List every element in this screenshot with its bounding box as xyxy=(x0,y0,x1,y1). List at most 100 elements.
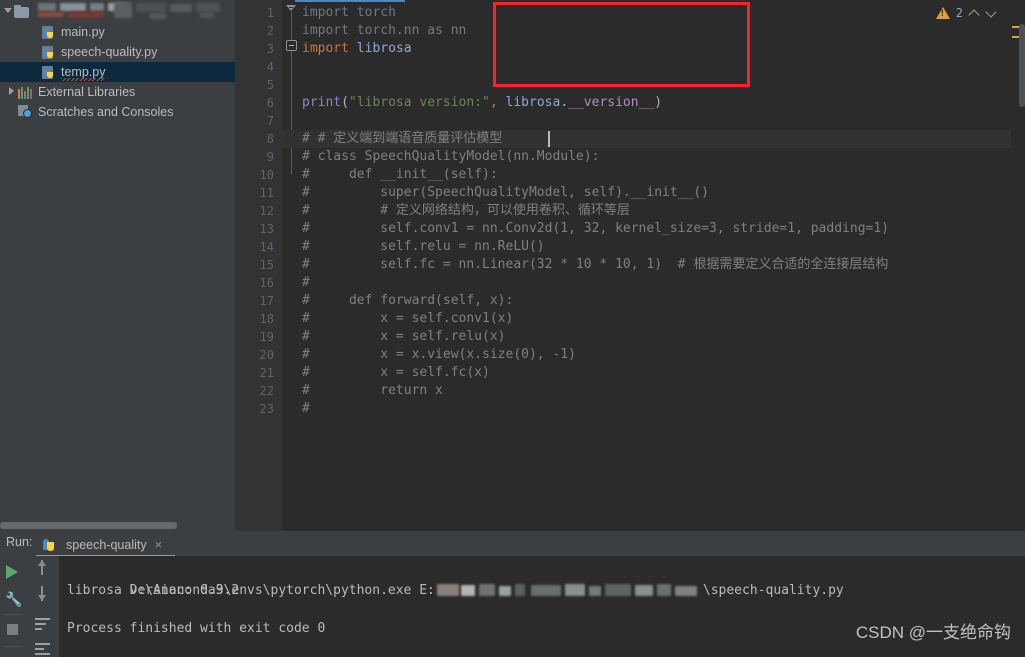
code-line-7[interactable] xyxy=(282,112,302,130)
code-line-text: # xyxy=(302,401,310,416)
code-line-10[interactable]: # def __init__(self): xyxy=(282,166,498,184)
tree-item-scratches-and-consoles[interactable]: Scratches and Consoles xyxy=(0,102,235,122)
code-line-text: import torch xyxy=(302,5,396,20)
code-line-23[interactable]: # xyxy=(282,400,310,418)
code-line-12[interactable]: # # 定义网络结构，可以使用卷积、循环等层 xyxy=(282,202,630,220)
warning-triangle-icon xyxy=(935,7,950,19)
python-file-icon xyxy=(42,25,56,40)
run-label: Run: xyxy=(6,535,33,549)
code-line-5[interactable] xyxy=(282,76,302,94)
scroll-to-end-button[interactable] xyxy=(33,640,53,657)
run-toolbar-secondary[interactable] xyxy=(28,556,59,657)
line-number: 6 xyxy=(266,96,274,110)
run-tool-window: Run: speech-quality × 🔧 D:\Anaconda3\env… xyxy=(0,531,1025,657)
code-line-2[interactable]: import torch.nn as nn xyxy=(282,22,466,40)
libraries-icon xyxy=(18,86,33,99)
chevron-down-icon[interactable] xyxy=(0,1,14,21)
up-button[interactable] xyxy=(33,560,53,580)
sidebar-horizontal-scrollbar[interactable] xyxy=(0,521,235,530)
code-line-6[interactable]: print("librosa version:", librosa.__vers… xyxy=(282,94,662,112)
code-line-text: import torch.nn as nn xyxy=(302,23,467,38)
code-editor[interactable]: 1 2 3 4 5 6 7 8 9 10 11 12 13 14 15 16 17 18 19 20 21 22 23 im… xyxy=(235,0,1025,531)
line-number: 4 xyxy=(266,60,274,74)
code-line-text: # x = self.conv1(x) xyxy=(302,311,514,326)
line-number: 19 xyxy=(259,330,274,344)
tree-item-external-libraries[interactable]: External Libraries xyxy=(0,82,235,102)
code-line-text: # # 定义端到端语音质量评估模型 xyxy=(302,131,503,146)
chevron-right-icon[interactable] xyxy=(4,82,18,102)
line-number: 5 xyxy=(266,78,274,92)
line-number: 23 xyxy=(259,402,274,416)
stop-button[interactable] xyxy=(2,619,22,639)
chevron-up-icon[interactable] xyxy=(969,8,980,19)
code-line-text: # return x xyxy=(302,383,443,398)
code-line-text: import librosa xyxy=(302,41,412,56)
code-line-text: # def __init__(self): xyxy=(302,167,498,182)
code-line-1[interactable]: import torch xyxy=(282,4,396,22)
code-line-text: # class SpeechQualityModel(nn.Module): xyxy=(302,149,600,164)
play-icon xyxy=(6,565,18,579)
editor-scrollbar-thumb[interactable] xyxy=(1019,24,1025,107)
tree-item-temp-py[interactable]: temp.py xyxy=(0,62,235,82)
code-line-11[interactable]: # super(SpeechQualityModel, self).__init… xyxy=(282,184,709,202)
soft-wrap-icon xyxy=(35,618,50,620)
arrow-up-icon xyxy=(38,560,45,575)
line-number: 10 xyxy=(259,168,274,182)
line-number: 13 xyxy=(259,222,274,236)
scrollbar-thumb[interactable] xyxy=(0,522,177,529)
code-line-16[interactable]: # xyxy=(282,274,310,292)
code-line-9[interactable]: # class SpeechQualityModel(nn.Module): xyxy=(282,148,599,166)
code-line-14[interactable]: # self.relu = nn.ReLU() xyxy=(282,238,545,256)
run-button[interactable] xyxy=(2,561,22,581)
python-icon xyxy=(42,538,55,552)
line-number: 20 xyxy=(259,348,274,362)
watermark: CSDN @一支绝命钩 xyxy=(855,623,1011,642)
inspection-widget[interactable]: 2 xyxy=(935,4,997,22)
tree-item-label: temp.py xyxy=(61,62,106,82)
run-toolbar-primary[interactable]: 🔧 xyxy=(0,556,28,657)
toolbar-divider xyxy=(4,614,22,615)
code-text-area[interactable]: import torch import torch.nn as nn import … xyxy=(282,0,1025,531)
code-line-8[interactable]: # # 定义端到端语音质量评估模型 xyxy=(282,130,1025,148)
code-line-3[interactable]: import librosa xyxy=(282,40,412,58)
code-line-4[interactable] xyxy=(282,58,302,76)
chevron-down-icon[interactable] xyxy=(986,8,997,19)
run-tab-label: speech-quality xyxy=(66,537,147,552)
code-line-text: # def forward(self, x): xyxy=(302,293,514,308)
line-number: 2 xyxy=(266,24,274,38)
pycharm-window: main.py speech-quality.py temp.py External … xyxy=(0,0,1025,657)
run-tab-bar: Run: speech-quality × xyxy=(0,531,1025,557)
code-line-20[interactable]: # x = x.view(x.size(0), -1) xyxy=(282,346,576,364)
code-line-17[interactable]: # def forward(self, x): xyxy=(282,292,513,310)
line-number: 7 xyxy=(266,114,274,128)
python-file-icon xyxy=(42,65,56,80)
settings-button[interactable]: 🔧 xyxy=(2,589,22,609)
line-number: 1 xyxy=(266,6,274,20)
down-button[interactable] xyxy=(33,586,53,606)
line-number: 16 xyxy=(259,276,274,290)
code-line-15[interactable]: # self.fc = nn.Linear(32 * 10 * 10, 1) #… xyxy=(282,256,888,274)
tree-item-label: Scratches and Consoles xyxy=(38,105,174,119)
console-command-line: D:\Anaconda3\envs\pytorch\python.exe E: \… xyxy=(67,562,844,598)
project-root-row[interactable] xyxy=(0,0,235,22)
code-line-22[interactable]: # return x xyxy=(282,382,443,400)
run-tab-speech-quality[interactable]: speech-quality × xyxy=(36,533,168,556)
text-caret xyxy=(548,131,550,147)
scroll-to-end-icon xyxy=(35,643,50,645)
line-number: 14 xyxy=(259,240,274,254)
line-number: 8 xyxy=(266,132,274,146)
tree-item-main-py[interactable]: main.py xyxy=(0,22,235,42)
tree-item-speech-quality-py[interactable]: speech-quality.py xyxy=(0,42,235,62)
tree-item-label: External Libraries xyxy=(38,85,136,99)
close-icon[interactable]: × xyxy=(155,538,163,551)
code-line-18[interactable]: # x = self.conv1(x) xyxy=(282,310,513,328)
folder-icon xyxy=(14,4,30,18)
line-number: 11 xyxy=(259,186,274,200)
line-number: 9 xyxy=(266,150,274,164)
soft-wrap-button[interactable] xyxy=(33,614,53,634)
code-line-13[interactable]: # self.conv1 = nn.Conv2d(1, 32, kernel_s… xyxy=(282,220,889,238)
error-stripe-scrollbar[interactable] xyxy=(1011,24,1025,531)
code-line-21[interactable]: # x = self.fc(x) xyxy=(282,364,490,382)
code-line-19[interactable]: # x = self.relu(x) xyxy=(282,328,506,346)
